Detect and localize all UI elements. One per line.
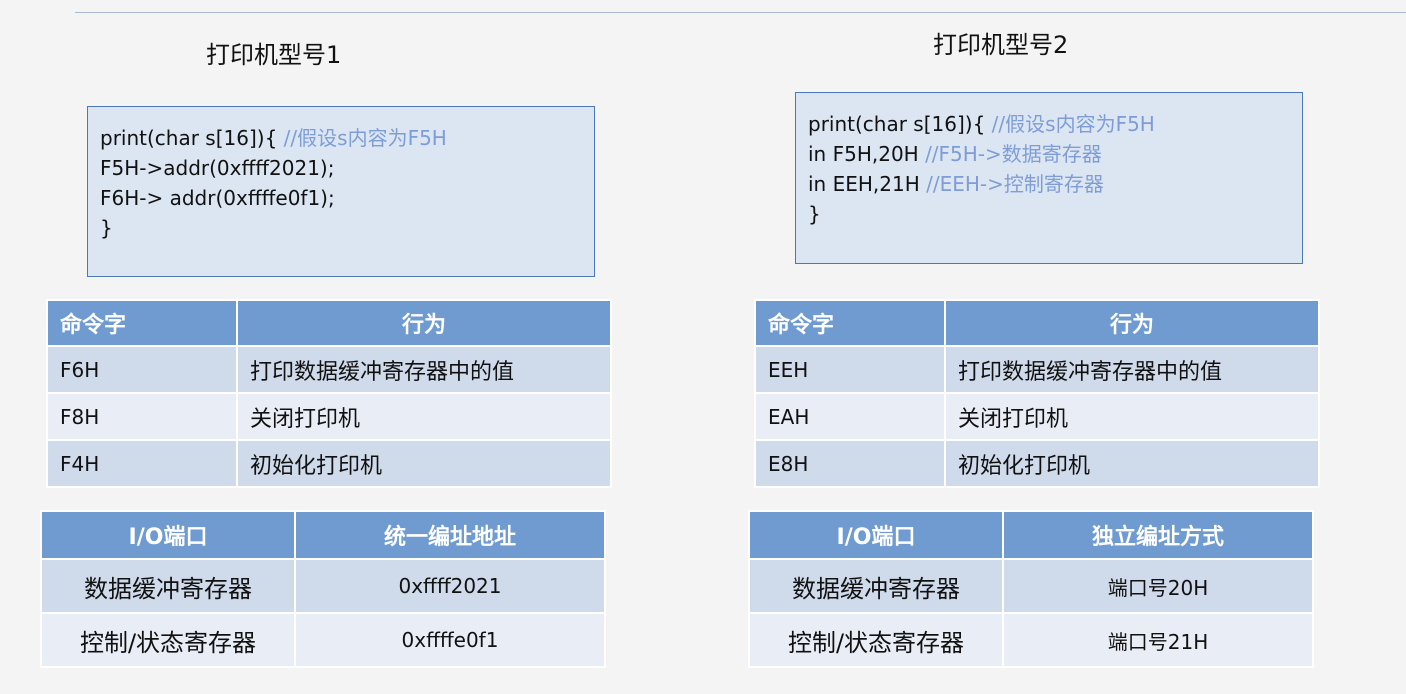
top-divider — [75, 12, 1406, 13]
code-text: print(char s[16]){ — [100, 126, 284, 150]
header-io-port: I/O端口 — [40, 510, 296, 560]
header-action: 行为 — [944, 299, 1320, 347]
code-text: } — [808, 202, 821, 226]
right-code-block: print(char s[16]){ //假设s内容为F5H in F5H,20… — [795, 92, 1303, 264]
code-comment: //F5H->数据寄存器 — [925, 142, 1102, 166]
code-line: F6H-> addr(0xffffe0f1); — [100, 183, 582, 213]
table-row: 数据缓冲寄存器 0xffff2021 — [40, 558, 606, 614]
header-command: 命令字 — [754, 299, 946, 347]
right-model-title: 打印机型号2 — [933, 31, 1069, 59]
header-address: 独立编址方式 — [1002, 510, 1314, 560]
code-text: in F5H,20H — [808, 142, 926, 166]
left-io-table: I/O端口 统一编址地址 数据缓冲寄存器 0xffff2021 控制/状态寄存器… — [40, 510, 606, 668]
header-action: 行为 — [236, 299, 612, 347]
cell-command: E8H — [754, 439, 946, 488]
table-header-row: 命令字 行为 — [46, 299, 612, 347]
table-row: 数据缓冲寄存器 端口号20H — [748, 558, 1314, 614]
cell-command: EEH — [754, 345, 946, 394]
table-header-row: I/O端口 统一编址地址 — [40, 510, 606, 560]
left-code-block: print(char s[16]){ //假设s内容为F5H F5H->addr… — [87, 106, 595, 277]
code-comment: //假设s内容为F5H — [283, 126, 447, 150]
table-row: E8H 初始化打印机 — [754, 439, 1320, 488]
cell-register: 数据缓冲寄存器 — [748, 558, 1004, 614]
right-command-table: 命令字 行为 EEH 打印数据缓冲寄存器中的值 EAH 关闭打印机 E8H 初始… — [754, 299, 1320, 488]
cell-command: F4H — [46, 439, 238, 488]
code-line: } — [100, 213, 582, 243]
code-text: print(char s[16]){ — [808, 112, 992, 136]
right-io-table: I/O端口 独立编址方式 数据缓冲寄存器 端口号20H 控制/状态寄存器 端口号… — [748, 510, 1314, 668]
cell-address: 端口号20H — [1002, 558, 1314, 614]
code-text: F6H-> addr(0xffffe0f1); — [100, 186, 335, 210]
left-model-title: 打印机型号1 — [206, 41, 342, 69]
cell-address: 0xffff2021 — [294, 558, 606, 614]
cell-action: 关闭打印机 — [236, 392, 612, 441]
table-row: 控制/状态寄存器 0xffffe0f1 — [40, 612, 606, 668]
cell-command: EAH — [754, 392, 946, 441]
table-header-row: I/O端口 独立编址方式 — [748, 510, 1314, 560]
header-io-port: I/O端口 — [748, 510, 1004, 560]
code-line: in F5H,20H //F5H->数据寄存器 — [808, 139, 1290, 169]
cell-action: 打印数据缓冲寄存器中的值 — [236, 345, 612, 394]
cell-action: 初始化打印机 — [236, 439, 612, 488]
code-comment: //EEH->控制寄存器 — [926, 172, 1104, 196]
cell-register: 控制/状态寄存器 — [748, 612, 1004, 668]
cell-address: 端口号21H — [1002, 612, 1314, 668]
code-comment: //假设s内容为F5H — [991, 112, 1155, 136]
code-line: F5H->addr(0xffff2021); — [100, 153, 582, 183]
table-row: EAH 关闭打印机 — [754, 392, 1320, 441]
cell-action: 初始化打印机 — [944, 439, 1320, 488]
table-row: EEH 打印数据缓冲寄存器中的值 — [754, 345, 1320, 394]
cell-command: F8H — [46, 392, 238, 441]
cell-address: 0xffffe0f1 — [294, 612, 606, 668]
code-text: F5H->addr(0xffff2021); — [100, 156, 335, 180]
header-command: 命令字 — [46, 299, 238, 347]
cell-action: 打印数据缓冲寄存器中的值 — [944, 345, 1320, 394]
code-text: } — [100, 216, 113, 240]
table-row: F6H 打印数据缓冲寄存器中的值 — [46, 345, 612, 394]
cell-action: 关闭打印机 — [944, 392, 1320, 441]
code-line: print(char s[16]){ //假设s内容为F5H — [808, 109, 1290, 139]
table-header-row: 命令字 行为 — [754, 299, 1320, 347]
code-line: } — [808, 199, 1290, 229]
cell-command: F6H — [46, 345, 238, 394]
header-address: 统一编址地址 — [294, 510, 606, 560]
table-row: 控制/状态寄存器 端口号21H — [748, 612, 1314, 668]
cell-register: 数据缓冲寄存器 — [40, 558, 296, 614]
left-command-table: 命令字 行为 F6H 打印数据缓冲寄存器中的值 F8H 关闭打印机 F4H 初始… — [46, 299, 612, 488]
code-text: in EEH,21H — [808, 172, 927, 196]
table-row: F4H 初始化打印机 — [46, 439, 612, 488]
table-row: F8H 关闭打印机 — [46, 392, 612, 441]
cell-register: 控制/状态寄存器 — [40, 612, 296, 668]
code-line: print(char s[16]){ //假设s内容为F5H — [100, 123, 582, 153]
code-line: in EEH,21H //EEH->控制寄存器 — [808, 169, 1290, 199]
